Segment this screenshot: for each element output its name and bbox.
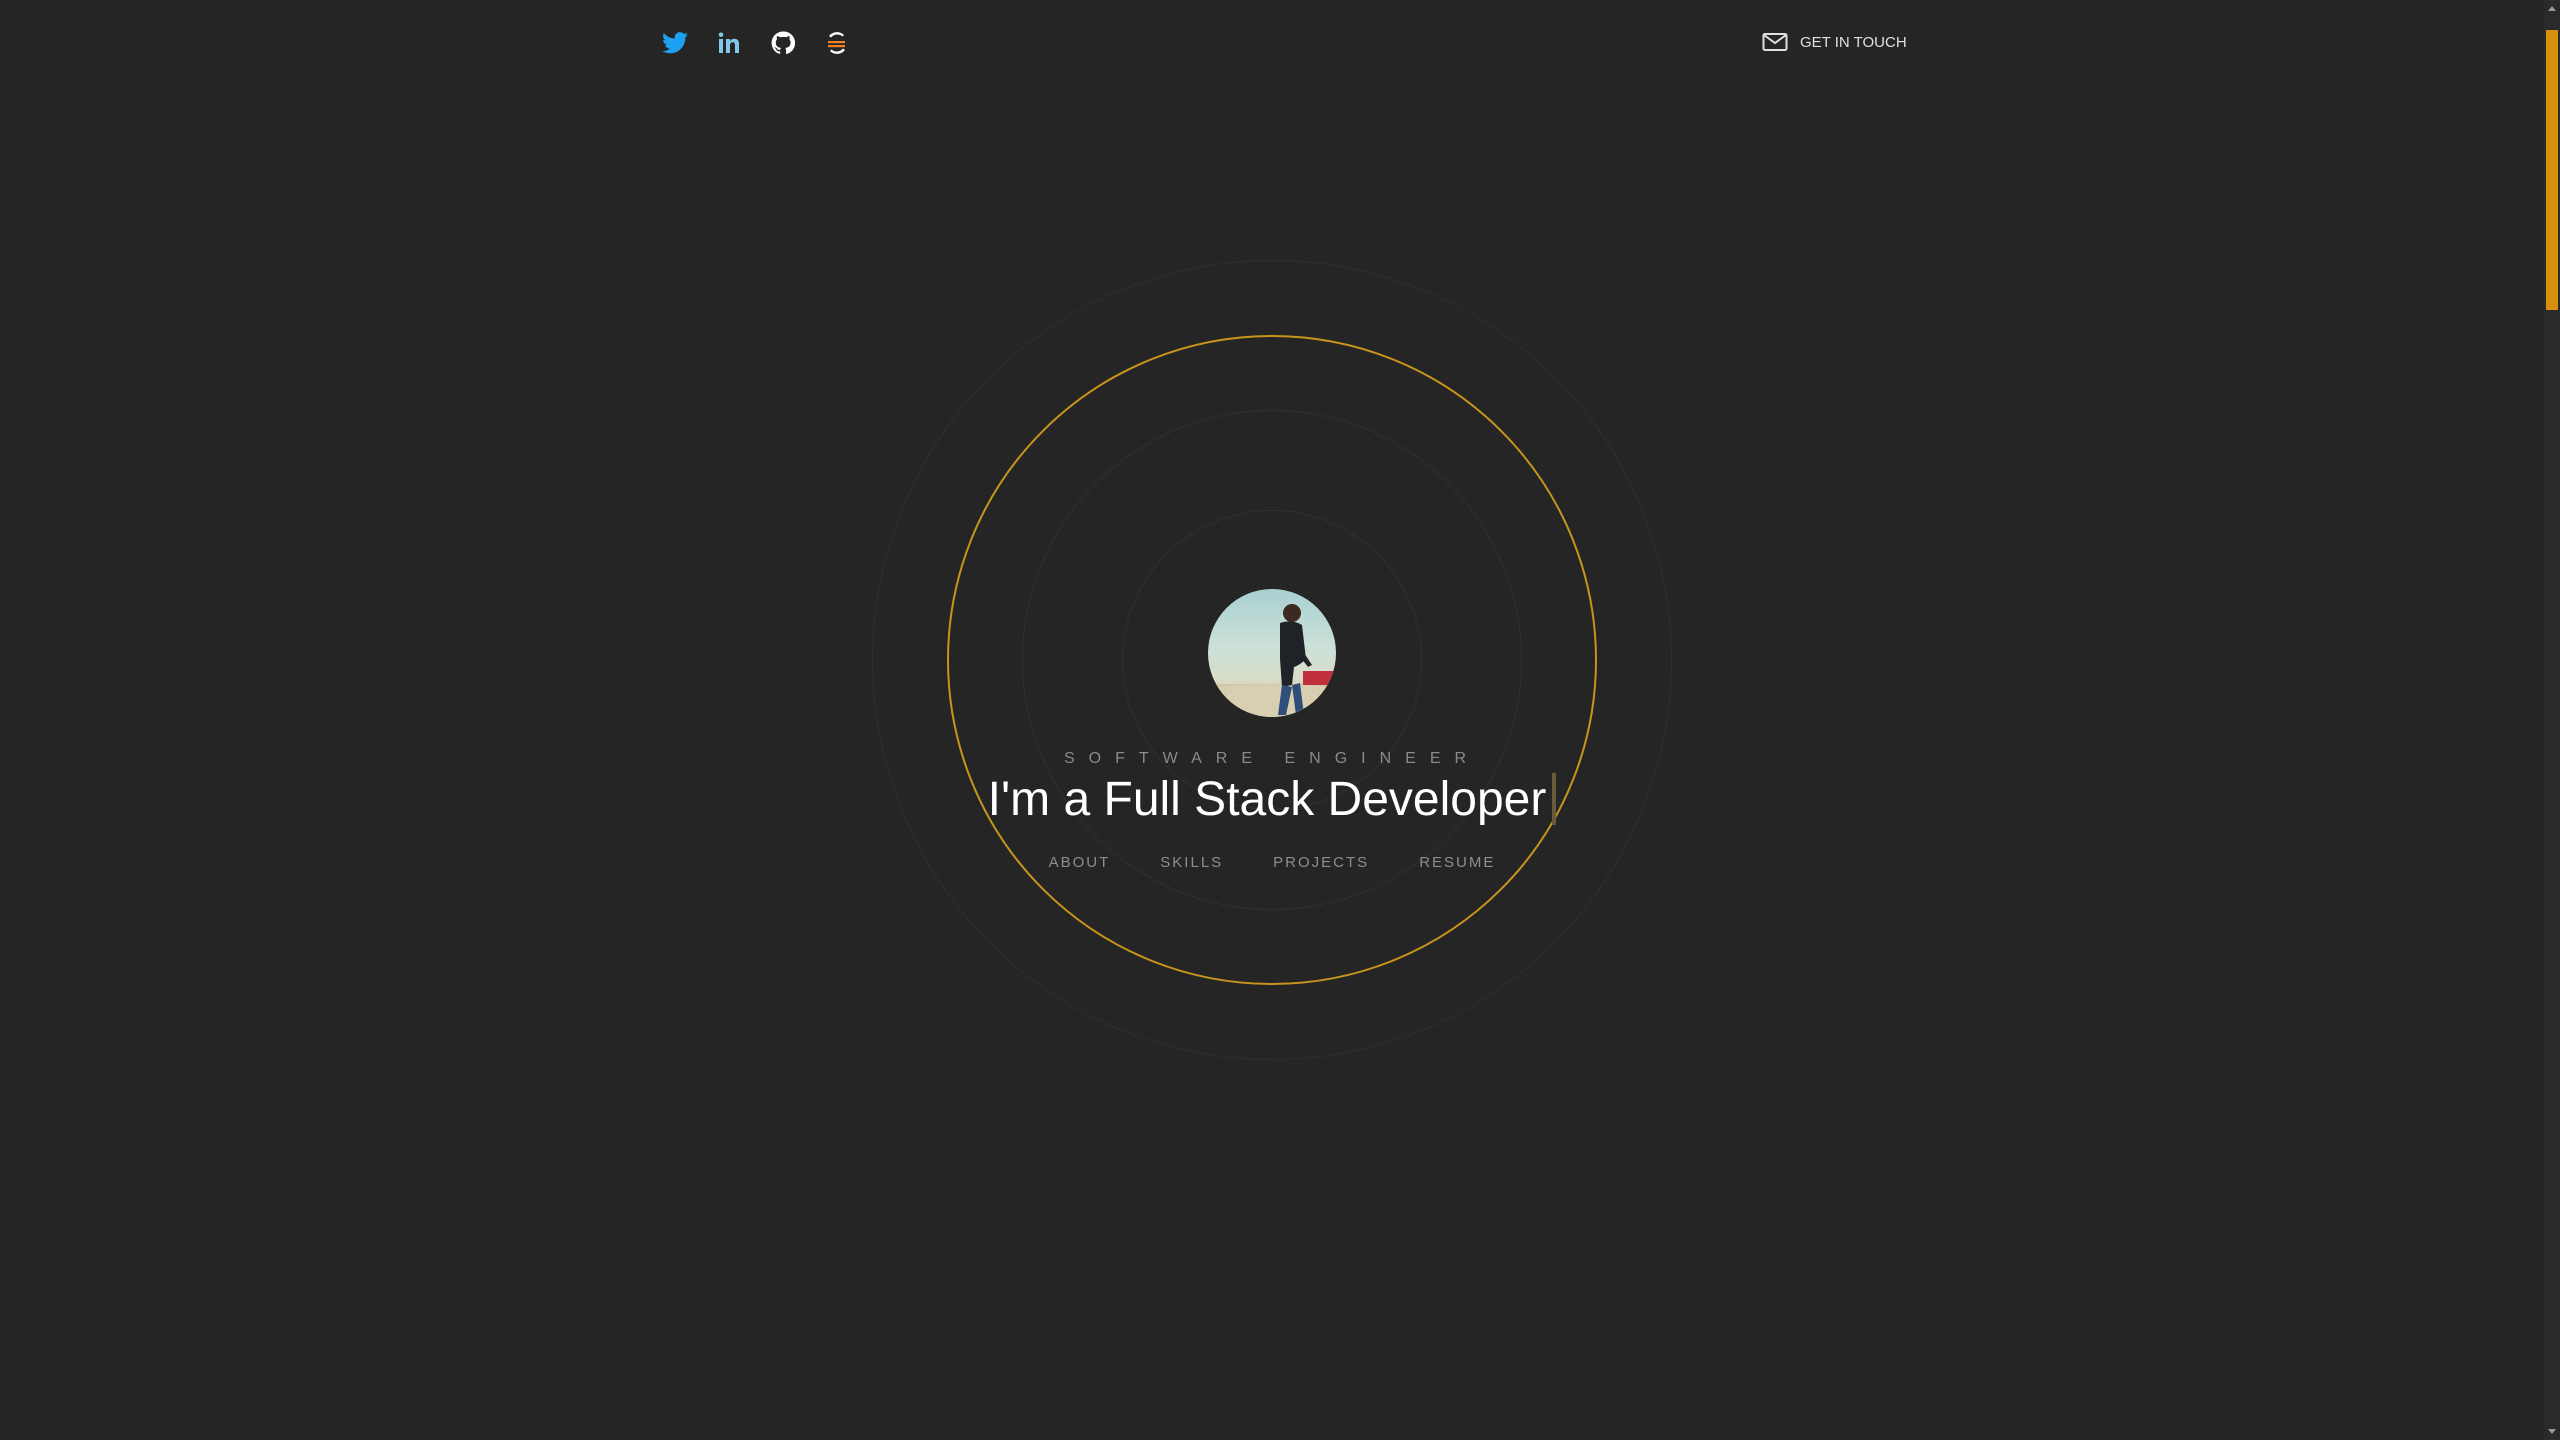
headline: I'm a Full Stack Developer (0, 772, 2544, 827)
stackoverflow-icon[interactable] (822, 28, 852, 58)
nav-resume-link[interactable]: RESUME (1419, 854, 1495, 871)
headline-text: I'm a Full Stack Developer (987, 773, 1547, 826)
scroll-up-arrow-icon[interactable] (2548, 6, 2556, 11)
scroll-down-arrow-icon[interactable] (2548, 1429, 2556, 1434)
hero-nav: ABOUT SKILLS PROJECTS RESUME (0, 854, 2544, 871)
scrollbar-thumb[interactable] (2546, 30, 2558, 310)
get-in-touch-link[interactable]: GET IN TOUCH (1762, 32, 1907, 52)
nav-skills-link[interactable]: SKILLS (1160, 854, 1223, 871)
mail-icon (1762, 32, 1788, 52)
avatar (1208, 589, 1336, 717)
vertical-scrollbar[interactable] (2544, 0, 2560, 1440)
get-in-touch-label: GET IN TOUCH (1800, 33, 1907, 51)
social-links (660, 28, 852, 58)
page: GET IN TOUCH SOFTWARE ENGINEER I'm a Ful… (0, 0, 2560, 1440)
nav-about-link[interactable]: ABOUT (1049, 854, 1111, 871)
typing-caret (1552, 773, 1557, 825)
linkedin-icon[interactable] (714, 28, 744, 58)
twitter-icon[interactable] (660, 28, 690, 58)
nav-projects-link[interactable]: PROJECTS (1273, 854, 1369, 871)
github-icon[interactable] (768, 28, 798, 58)
role-subtitle: SOFTWARE ENGINEER (1063, 750, 1481, 767)
